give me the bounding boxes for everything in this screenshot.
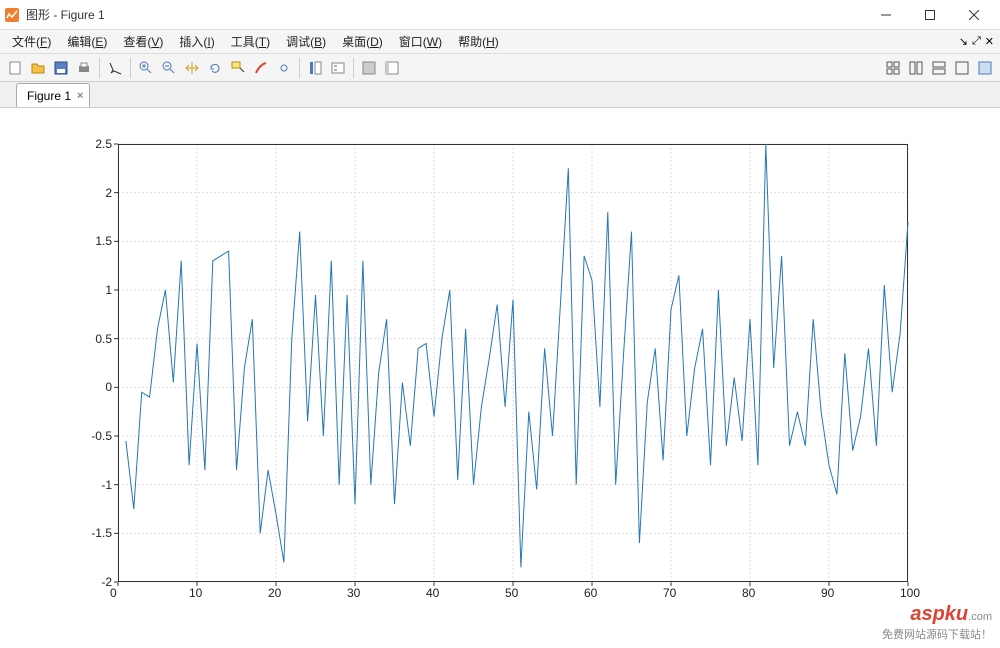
menu-b[interactable]: 调试(B) — [278, 31, 334, 52]
show-tools-button[interactable] — [381, 57, 403, 79]
tabstrip: Figure 1 × — [0, 82, 1000, 108]
menu-e[interactable]: 编辑(E) — [59, 31, 115, 52]
ytick-label: -1 — [101, 478, 112, 492]
menu-i[interactable]: 插入(I) — [171, 31, 222, 52]
titlebar: 图形 - Figure 1 — [0, 0, 1000, 30]
menu-h[interactable]: 帮助(H) — [450, 31, 507, 52]
xtick-label: 100 — [900, 586, 920, 600]
ytick-label: -1.5 — [91, 526, 112, 540]
ytick-label: 2 — [105, 186, 112, 200]
rotate-button[interactable] — [204, 57, 226, 79]
save-button[interactable] — [50, 57, 72, 79]
tile-4-button[interactable] — [882, 57, 904, 79]
open-button[interactable] — [27, 57, 49, 79]
xtick-label: 10 — [189, 586, 202, 600]
window-title: 图形 - Figure 1 — [26, 6, 864, 23]
insert-legend-button[interactable] — [327, 57, 349, 79]
axes[interactable] — [118, 144, 908, 582]
tab-list-dropdown[interactable] — [2, 87, 16, 107]
xtick-label: 90 — [821, 586, 834, 600]
ytick-label: 0.5 — [95, 332, 112, 346]
ytick-label: 1 — [105, 283, 112, 297]
hide-tools-button[interactable] — [358, 57, 380, 79]
maximize-plot-button[interactable] — [974, 57, 996, 79]
menu-t[interactable]: 工具(T) — [223, 31, 278, 52]
insert-colorbar-button[interactable] — [304, 57, 326, 79]
minimize-button[interactable] — [864, 0, 908, 30]
data-cursor-button[interactable] — [227, 57, 249, 79]
link-button[interactable] — [273, 57, 295, 79]
edit-plot-button[interactable] — [104, 57, 126, 79]
xtick-label: 80 — [742, 586, 755, 600]
menu-w[interactable]: 窗口(W) — [391, 31, 450, 52]
menu-d[interactable]: 桌面(D) — [334, 31, 391, 52]
watermark: aspku.com 免费网站源码下载站！ — [882, 603, 992, 642]
xtick-label: 40 — [426, 586, 439, 600]
pan-button[interactable] — [181, 57, 203, 79]
undock-icon[interactable]: ↘ — [959, 35, 968, 48]
close-tab-icon[interactable]: × — [77, 90, 83, 102]
maximize-dock-icon[interactable]: ⤢ — [972, 35, 981, 48]
xtick-label: 0 — [110, 586, 117, 600]
menu-v[interactable]: 查看(V) — [115, 31, 171, 52]
figure-canvas[interactable]: -2-1.5-1-0.500.511.522.5 010203040506070… — [0, 108, 1000, 648]
zoom-out-button[interactable] — [158, 57, 180, 79]
tab-figure-1[interactable]: Figure 1 × — [16, 83, 90, 107]
menu-f[interactable]: 文件(F) — [4, 31, 59, 52]
xtick-label: 20 — [268, 586, 281, 600]
tile-2h-button[interactable] — [928, 57, 950, 79]
tile-2v-button[interactable] — [905, 57, 927, 79]
brush-button[interactable] — [250, 57, 272, 79]
close-button[interactable] — [952, 0, 996, 30]
maximize-button[interactable] — [908, 0, 952, 30]
line-chart — [118, 144, 908, 582]
tile-1-button[interactable] — [951, 57, 973, 79]
tab-label: Figure 1 — [27, 89, 71, 103]
zoom-in-button[interactable] — [135, 57, 157, 79]
xtick-label: 60 — [584, 586, 597, 600]
xtick-label: 70 — [663, 586, 676, 600]
menubar: 文件(F)编辑(E)查看(V)插入(I)工具(T)调试(B)桌面(D)窗口(W)… — [0, 30, 1000, 54]
ytick-label: 0 — [105, 380, 112, 394]
xtick-label: 50 — [505, 586, 518, 600]
new-figure-button[interactable] — [4, 57, 26, 79]
dock-controls[interactable]: ↘ ⤢ ✕ — [959, 35, 994, 48]
ytick-label: -0.5 — [91, 429, 112, 443]
ytick-label: 1.5 — [95, 234, 112, 248]
print-button[interactable] — [73, 57, 95, 79]
toolbar — [0, 54, 1000, 82]
ytick-label: 2.5 — [95, 137, 112, 151]
xtick-label: 30 — [347, 586, 360, 600]
close-dock-icon[interactable]: ✕ — [985, 35, 994, 48]
app-icon — [4, 7, 20, 23]
